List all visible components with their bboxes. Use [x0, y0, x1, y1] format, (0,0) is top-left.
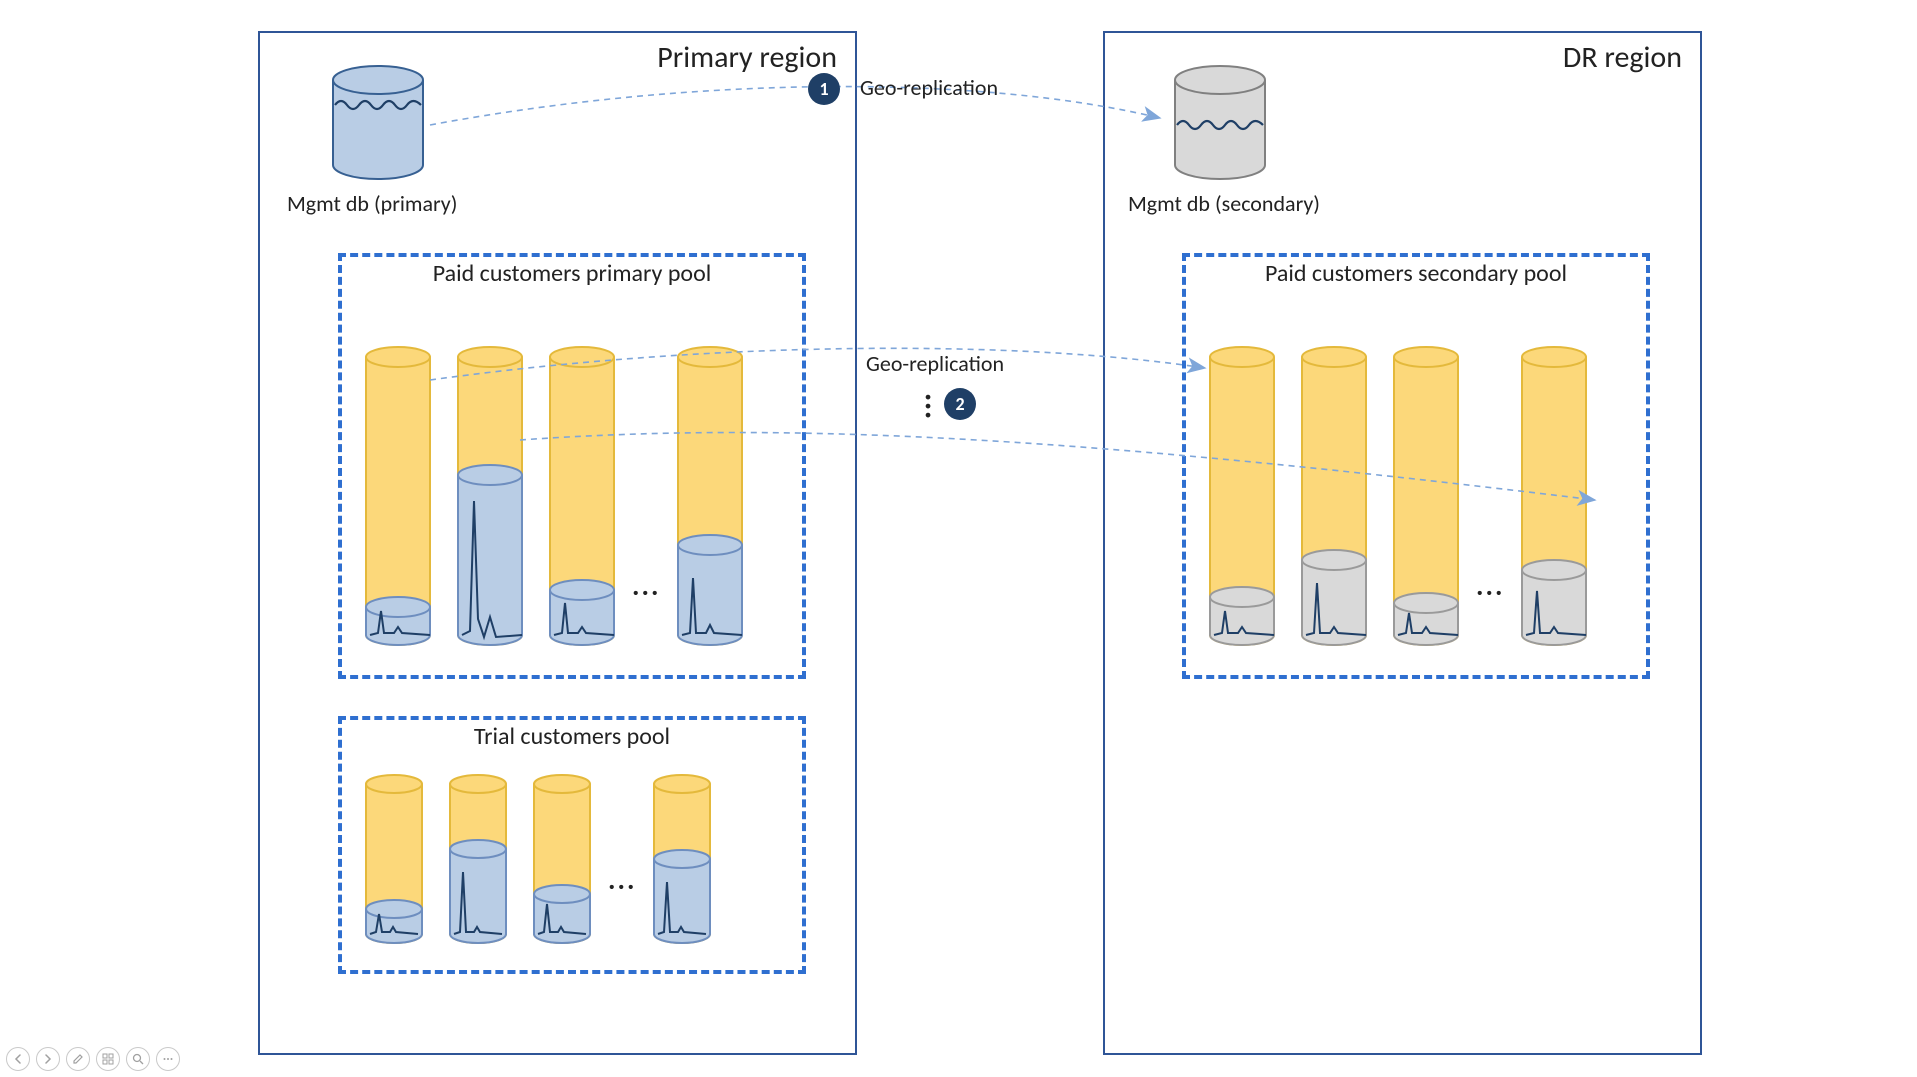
paid-secondary-pool-title: Paid customers secondary pool	[1186, 259, 1646, 288]
diagram-canvas: Primary region DR region Mgmt db (primar…	[0, 0, 1917, 1077]
pen-icon	[72, 1053, 84, 1065]
replication-badge-2: 2	[944, 388, 976, 420]
trial-pool-box: Trial customers pool	[338, 716, 806, 974]
next-slide-button[interactable]	[36, 1047, 60, 1071]
paid-primary-ellipsis: ...	[632, 568, 660, 603]
chevron-right-icon	[43, 1054, 53, 1064]
paid-primary-pool-title: Paid customers primary pool	[342, 259, 802, 288]
dr-region-title: DR region	[1563, 39, 1682, 76]
magnifier-icon	[132, 1053, 144, 1065]
replication-vertical-ellipsis: ●●●	[923, 392, 933, 419]
more-icon	[162, 1053, 174, 1065]
zoom-button[interactable]	[126, 1047, 150, 1071]
replication-label-1: Geo-replication	[860, 74, 998, 101]
presentation-toolbar	[6, 1047, 180, 1071]
paid-primary-pool-box: Paid customers primary pool	[338, 253, 806, 679]
prev-slide-button[interactable]	[6, 1047, 30, 1071]
paid-secondary-pool-box: Paid customers secondary pool	[1182, 253, 1650, 679]
trial-ellipsis: ...	[608, 862, 636, 897]
primary-region-title: Primary region	[657, 39, 837, 76]
replication-label-2: Geo-replication	[866, 350, 1004, 377]
replication-badge-1: 1	[808, 73, 840, 105]
paid-secondary-ellipsis: ...	[1476, 568, 1504, 603]
more-button[interactable]	[156, 1047, 180, 1071]
grid-icon	[102, 1053, 114, 1065]
chevron-left-icon	[13, 1054, 23, 1064]
pen-button[interactable]	[66, 1047, 90, 1071]
trial-pool-title: Trial customers pool	[342, 722, 802, 751]
mgmt-db-primary-label: Mgmt db (primary)	[287, 190, 457, 217]
mgmt-db-secondary-label: Mgmt db (secondary)	[1128, 190, 1320, 217]
slideshow-view-button[interactable]	[96, 1047, 120, 1071]
